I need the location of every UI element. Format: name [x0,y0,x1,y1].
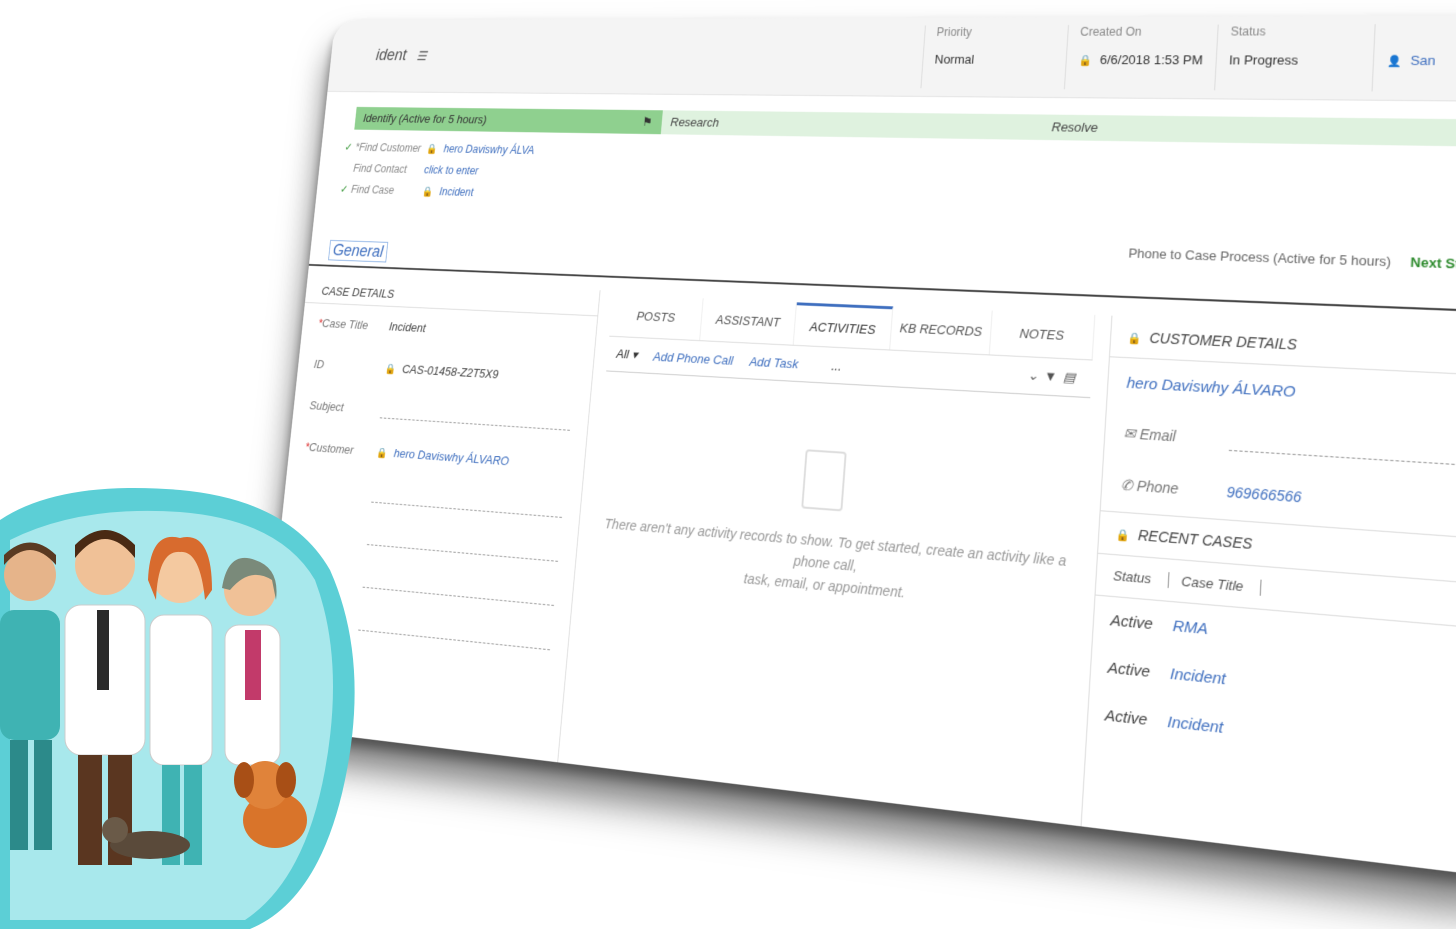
chevron-down-icon[interactable]: ⌄ [1027,367,1045,383]
recent-cases-heading: RECENT CASES [1137,526,1253,553]
step-label: Find Contact [352,162,408,176]
field-input[interactable] [366,544,558,562]
email-input[interactable] [1228,449,1456,468]
social-pane: POSTS ASSISTANT ACTIVITIES KB RECORDS NO… [604,294,1096,601]
next-stage-button[interactable]: Next Stage [1410,254,1456,272]
customer-label: Customer [308,440,355,457]
case-status: Active [1109,611,1154,634]
add-task-button[interactable]: Add Task [749,354,799,371]
phone-label: Phone [1136,477,1179,497]
stage-research-label: Research [669,115,720,130]
stage-research[interactable]: Research [660,110,1048,141]
tab-notes[interactable]: NOTES [989,310,1096,360]
col-status[interactable]: Status [1112,567,1170,589]
lock-icon: 🔒 [1115,529,1131,543]
lock-icon: 🔒 [1078,55,1093,67]
vet-assistant-icon [222,557,281,766]
created-on-field: Created On 🔒 6/6/2018 1:53 PM [1063,24,1205,91]
stage-steps: ✓ *Find Customer 🔒 hero Daviswhy ÁLVA Fi… [339,136,535,204]
add-phone-call-button[interactable]: Add Phone Call [653,349,734,367]
field-input[interactable] [371,501,562,518]
form-title-text: ident [375,46,408,64]
veterinary-staff-illustration [0,488,355,929]
filter-icon[interactable]: ▼ [1044,368,1064,384]
case-status: Active [1107,659,1151,682]
user-icon: 👤 [1386,55,1402,69]
owner-field[interactable]: 👤 San [1371,23,1438,92]
priority-value: Normal [934,52,975,67]
process-label: Phone to Case Process (Active for 5 hour… [1128,245,1392,270]
field-input[interactable] [358,629,550,651]
stage-resolve[interactable]: Resolve [1041,114,1456,148]
priority-field[interactable]: Priority Normal [920,25,977,89]
priority-label: Priority [936,25,973,39]
id-value: CAS-01458-Z2T5X9 [401,361,500,382]
lock-icon: 🔒 [421,186,434,198]
lock-icon: 🔒 [425,143,438,155]
created-on-value: 6/6/2018 1:53 PM [1099,52,1204,68]
step-value[interactable]: Incident [439,185,474,198]
customer-pane: 🔒 CUSTOMER DETAILS hero Daviswhy ÁLVARO ✉… [1080,315,1456,879]
clipboard-icon [801,449,847,512]
stage-identify[interactable]: Identify (Active for 5 hours) ⚑ [354,106,668,135]
phone-value[interactable]: 969666566 [1226,483,1302,505]
case-title-label: Case Title [321,316,369,332]
case-title-link[interactable]: Incident [1170,665,1227,689]
tab-general[interactable]: General [328,239,389,263]
field-input[interactable] [362,586,554,606]
form-title: ident ☰ [375,46,428,64]
grid-view-icon[interactable]: ▤ [1063,369,1082,385]
customer-details-heading: CUSTOMER DETAILS [1149,329,1298,353]
more-button[interactable]: ... [831,358,842,373]
form-header: ident ☰ Priority Normal Created On 🔒 6/6/… [327,15,1456,103]
stage-resolve-label: Resolve [1051,119,1099,135]
subject-label: Subject [308,398,345,415]
case-title-link[interactable]: RMA [1172,617,1208,638]
step-label: Find Customer [358,141,422,155]
menu-icon[interactable]: ☰ [416,49,427,63]
step-label: Find Case [350,183,395,197]
email-icon: ✉ [1123,424,1137,442]
case-title-value[interactable]: Incident [388,319,426,334]
step-value[interactable]: click to enter [424,164,479,178]
owner-value[interactable]: San [1410,53,1436,68]
status-field[interactable]: Status In Progress [1214,24,1300,91]
tab-activities[interactable]: ACTIVITIES [793,302,894,350]
process-info: Phone to Case Process (Active for 5 hour… [1128,245,1456,272]
lock-icon: 🔒 [375,447,388,460]
status-value: In Progress [1228,52,1299,68]
tab-assistant[interactable]: ASSISTANT [700,298,797,345]
step-find-case[interactable]: ✓ Find Case 🔒 Incident [339,178,531,204]
crm-case-form: ident ☰ Priority Normal Created On 🔒 6/6/… [259,15,1456,879]
step-value[interactable]: hero Daviswhy ÁLVA [443,143,535,157]
status-label: Status [1230,24,1267,39]
lock-icon: 🔒 [1126,332,1142,346]
tab-kb-records[interactable]: KB RECORDS [890,306,993,355]
case-title-link[interactable]: Incident [1167,713,1224,737]
email-label: Email [1139,425,1177,445]
col-case-title[interactable]: Case Title [1181,573,1262,596]
flag-icon: ⚑ [641,114,654,129]
customer-value[interactable]: hero Daviswhy ÁLVARO [393,446,510,468]
id-label: ID [313,357,325,372]
phone-icon: ✆ [1120,476,1134,494]
activity-filter[interactable]: All ▾ [616,346,639,362]
lock-icon: 🔒 [384,363,397,376]
tab-posts[interactable]: POSTS [609,294,704,341]
stage-identify-label: Identify (Active for 5 hours) [362,111,488,127]
subject-input[interactable] [379,417,570,431]
empty-state-message: There aren't any activity records to sho… [588,512,1081,619]
case-status: Active [1104,706,1148,730]
created-on-label: Created On [1079,24,1143,39]
